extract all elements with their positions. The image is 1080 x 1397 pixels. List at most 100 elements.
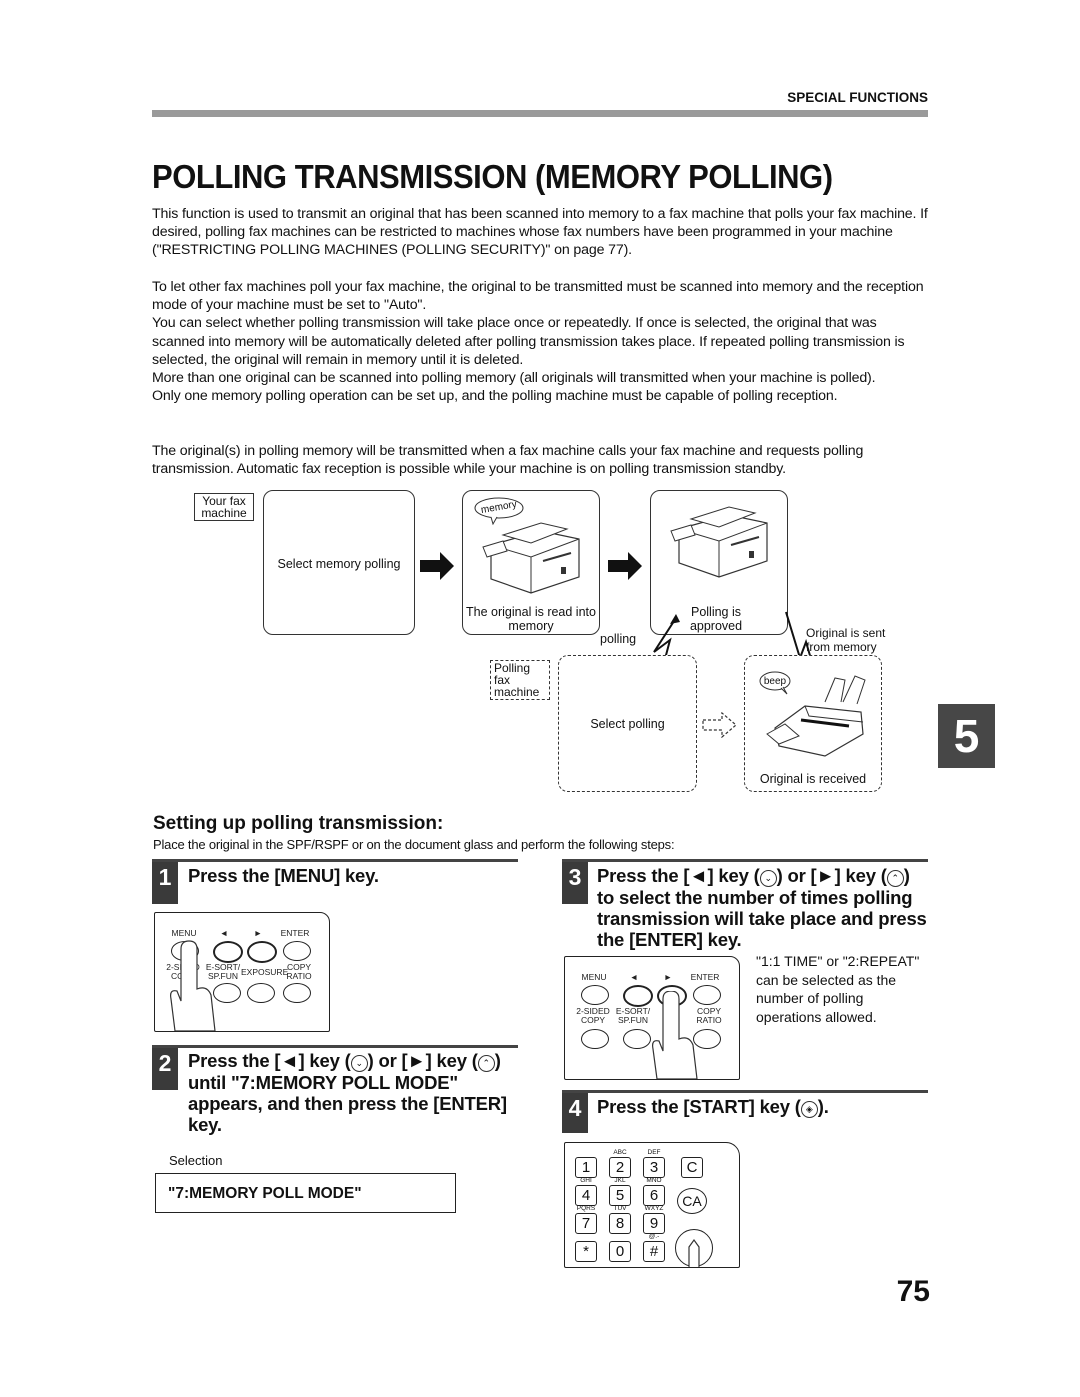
select-polling-label: Select polling [590,717,665,731]
up-key[interactable] [247,941,277,963]
keypad-key[interactable]: 8 [609,1213,631,1234]
setup-heading: Setting up polling transmission: [153,813,444,834]
select-memory-polling-box: Select memory polling [263,490,415,635]
step-1-number: 1 [152,862,178,904]
select-polling-box: Select polling [558,655,697,792]
step-4-number: 4 [562,1093,588,1133]
step-2-rule [152,1045,518,1048]
original-received-box: beep Original is received [744,655,882,792]
step-text-part: ] key ( [425,1050,478,1071]
step-3-rule [562,859,928,862]
selection-caption: Selection [169,1153,223,1168]
keypad-key[interactable]: 2 [609,1157,631,1178]
your-fax-machine-tag: Your fax machine [194,493,254,521]
step-3-text: Press the [◄] key (⌄) or [►] key (⌃) to … [597,865,931,950]
down-key-icon: ⌄ [759,870,777,887]
menu-key-label: MENU [171,928,197,938]
down-key-icon: ⌄ [350,1055,368,1072]
keypad-key-letters: WXYZ [644,1205,664,1212]
keypad-key-letters: JKL [614,1177,626,1184]
beep-bubble-text: beep [763,676,787,687]
step-3-number: 3 [562,862,588,904]
polling-approved-label: Polling is approved [689,605,743,633]
two-sided-key[interactable] [581,1029,609,1049]
copier-illustration-icon [482,522,580,594]
pressing-finger-icon [652,991,698,1079]
original-sent-label: Original is sent from memory [806,626,886,654]
setup-intro: Place the original in the SPF/RSPF or on… [153,837,675,852]
left-triangle-icon: ◄ [689,865,708,886]
pressing-finger-icon [688,1238,700,1267]
keypad-panel: 1 2 ABC 3 DEF 4 GHI 5 JKL 6 MNO 7 PQRS 8 TUV 9 WXYZ * 0 # @.… [564,1142,740,1268]
control-panel-step-1: MENU ◄ ► ENTER 2-SIDED COPY E-SORT/ SP.F… [154,912,330,1032]
step-1-rule [152,859,518,862]
keypad-key-letters: GHI [580,1177,592,1184]
keypad-key[interactable]: 3 [643,1157,665,1178]
up-key-icon: ⌃ [477,1055,495,1072]
header-rule [152,110,928,117]
pressing-finger-icon [170,940,216,1031]
keypad-key[interactable]: 5 [609,1185,631,1206]
exposure-key[interactable] [247,983,275,1003]
step-text-part: until "7:MEMORY POLL MODE" appears, and … [188,1072,507,1135]
left-arrow-label: ◄ [629,972,639,982]
step-4-rule [562,1090,928,1093]
section-label: SPECIAL FUNCTIONS [787,90,928,105]
polling-signal-label: polling [600,632,637,646]
step-text-part: Press the [ [597,865,690,886]
signal-arrows [653,611,820,680]
step-text-part: ) [494,1050,501,1071]
step-text-part: ) or [ [776,865,817,886]
memory-read-box: memory The original is read into memory [462,490,600,635]
keypad-key[interactable]: 1 [575,1157,597,1178]
menu-key[interactable] [581,985,609,1005]
keypad-key-letters: DEF [647,1149,661,1156]
intro-paragraph: To let other fax machines poll your fax … [152,279,924,314]
read-into-memory-label: The original is read into memory [466,605,596,633]
intro-paragraph: You can select whether polling transmiss… [152,315,905,368]
intro-paragraph: This function is used to transmit an ori… [152,206,928,259]
intro-block-1: This function is used to transmit an ori… [152,205,932,260]
chapter-tab: 5 [938,704,995,768]
step-3-note: "1:1 TIME" or "2:REPEAT" can be selected… [756,953,920,1025]
keypad-key[interactable]: 9 [643,1213,665,1234]
clear-key[interactable]: C [681,1157,703,1178]
enter-key-label: ENTER [690,972,720,982]
memory-bubble-text: memory [480,498,518,517]
up-key-icon: ⌃ [886,870,904,887]
keypad-key[interactable]: * [575,1241,597,1262]
keypad-key-letters: @.- [648,1233,660,1240]
keypad-key[interactable]: # [643,1241,665,1262]
selection-display: "7:MEMORY POLL MODE" [155,1173,456,1213]
step-4-text: Press the [START] key (◈). [597,1096,829,1118]
copy-ratio-key[interactable] [283,983,311,1003]
keypad-key-letters: PQRS [576,1205,596,1212]
keypad-key[interactable]: 7 [575,1213,597,1234]
step-text-part: Press the [START] key ( [597,1096,801,1117]
page-title: POLLING TRANSMISSION (MEMORY POLLING) [152,158,833,195]
step-text-part: ] key ( [707,865,760,886]
keypad-key[interactable]: 0 [609,1241,631,1262]
two-sided-label: 2-SIDED COPY [576,1006,610,1025]
right-arrow-label: ► [663,972,673,982]
intro-block-2: To let other fax machines poll your fax … [152,278,932,405]
clear-all-key[interactable]: CA [677,1188,707,1214]
keypad-key[interactable]: 6 [643,1185,665,1206]
original-received-label: Original is received [759,772,867,786]
beep-speech-bubble [759,671,791,695]
enter-key[interactable] [283,941,311,961]
intro-block-3: The original(s) in polling memory will b… [152,442,932,478]
step-2-number: 2 [152,1048,178,1090]
keypad-key-letters: TUV [613,1205,627,1212]
step-text-part: ] key ( [298,1050,351,1071]
left-triangle-icon: ◄ [280,1050,299,1071]
memory-speech-bubble [474,497,524,525]
left-arrow-label: ◄ [219,928,229,938]
step-text-part: Press the [ [188,1050,281,1071]
keypad-key-letters: ABC [613,1149,627,1156]
page-number: 75 [896,1275,930,1308]
control-panel-step-3: MENU ◄ ► ENTER 2-SIDED COPY E-SORT/ SP.F… [564,956,740,1080]
keypad-key[interactable]: 4 [575,1185,597,1206]
select-memory-polling-label: Select memory polling [277,557,401,571]
exposure-label: EXPOSURE [241,967,289,977]
